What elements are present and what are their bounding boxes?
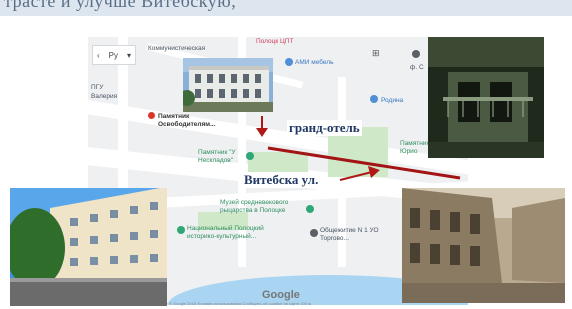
grand-hotel-label: гранд-отель xyxy=(287,120,362,136)
right-arrow-shaft xyxy=(339,171,373,181)
right-arrow-head xyxy=(368,166,380,178)
slide: трасте и улучше Витебскую, Коммунистичес… xyxy=(0,0,572,309)
down-arrow-head xyxy=(256,128,268,137)
vitebskaya-street-label: Витебска ул. xyxy=(242,172,321,188)
annotation-arrows xyxy=(256,116,461,181)
